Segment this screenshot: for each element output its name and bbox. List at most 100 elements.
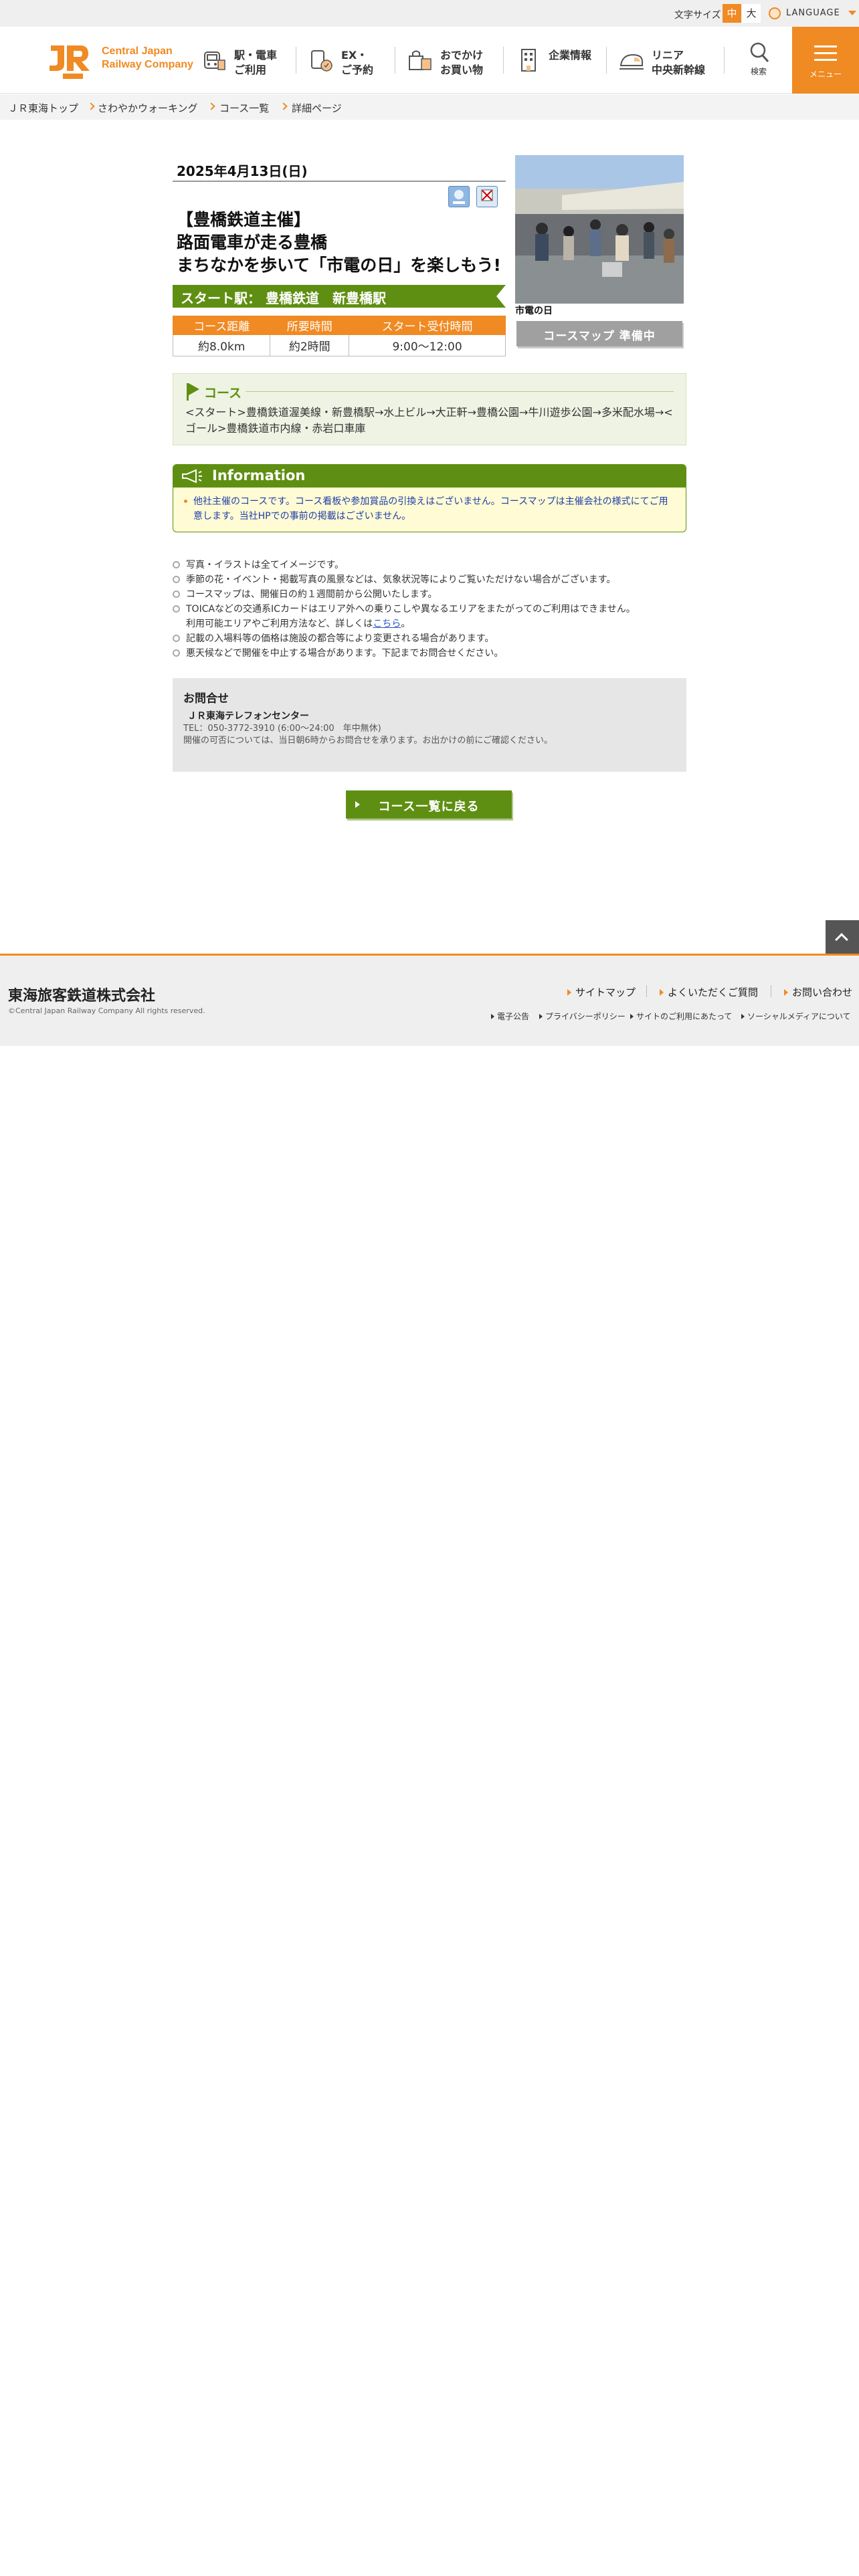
- language-selector[interactable]: LANGUAGE: [786, 8, 840, 18]
- footer-link-label: よくいただくご質問: [668, 986, 759, 998]
- font-size-label: 文字サイズ: [674, 10, 721, 21]
- list-item: 記載の入場料等の価格は施設の都合等により変更される場合があります。: [173, 631, 686, 646]
- breadcrumb-item[interactable]: コース一覧: [219, 101, 269, 115]
- course-heading: コース: [204, 386, 242, 401]
- divider: [646, 985, 647, 997]
- ticket-icon: [311, 50, 332, 72]
- nav-label: 企業情報: [549, 49, 592, 62]
- nav-label: 駅・電車 ご利用: [234, 49, 278, 76]
- font-size-medium-button[interactable]: 中: [723, 4, 741, 23]
- footer-link-contact[interactable]: お問い合わせ: [784, 985, 852, 999]
- back-button-label: コース一覧に戻る: [378, 800, 480, 814]
- information-box: Information 他社主催のコースです。コース看板や参加賞品の引換えはござ…: [173, 464, 686, 532]
- table-cell: 約2時間: [270, 334, 350, 356]
- triangle-right-icon: [539, 1014, 543, 1019]
- notes-list: 写真・イラストは全てイメージです。 季節の花・イベント・掲載写真の風景などは、気…: [173, 558, 686, 661]
- nav-divider: [724, 47, 725, 74]
- nav-station-train[interactable]: 駅・電車 ご利用: [201, 40, 294, 80]
- footer-link-label: サイトマップ: [575, 986, 636, 998]
- bullet-icon: [184, 500, 187, 503]
- footer-sublink-terms[interactable]: サイトのご利用にあたって: [630, 1010, 732, 1022]
- search-button[interactable]: 検索: [744, 39, 773, 82]
- font-size-large-button[interactable]: 大: [742, 4, 761, 23]
- start-station-text: スタート駅： 豊橋鉄道 新豊橋駅: [181, 290, 386, 306]
- chevron-right-icon: [207, 102, 215, 110]
- building-icon: [521, 49, 536, 72]
- menu-button[interactable]: メニュー: [792, 27, 859, 94]
- shopping-bag-icon: [409, 50, 432, 70]
- hamburger-icon: [814, 59, 837, 61]
- nav-linear-chuo-shinkansen[interactable]: リニア 中央新幹線: [618, 40, 725, 80]
- footer-sublink-social-media[interactable]: ソーシャルメディアについて: [741, 1010, 851, 1022]
- footer-sublink-privacy[interactable]: プライバシーポリシー: [539, 1010, 626, 1022]
- breadcrumb-item[interactable]: さわやかウォーキング: [98, 101, 198, 115]
- triangle-right-icon: [660, 989, 664, 996]
- breadcrumb-item[interactable]: ＪＲ東海トップ: [8, 101, 78, 115]
- bullet-icon: [173, 576, 180, 583]
- details-link[interactable]: こちら: [373, 619, 401, 629]
- footer-sublink-public-notice[interactable]: 電子公告: [491, 1010, 529, 1022]
- hamburger-icon: [814, 52, 837, 54]
- site-header: Central Japan Railway Company 駅・電車 ご利用 E…: [0, 27, 859, 94]
- search-label: 検索: [750, 67, 767, 76]
- list-item: 季節の花・イベント・掲載写真の風景などは、気象状況等によりご覧いただけない場合が…: [173, 572, 686, 587]
- back-to-top-button[interactable]: [826, 920, 859, 954]
- triangle-right-icon: [567, 989, 571, 996]
- list-item: TOICAなどの交通系ICカードはエリア外への乗りこしや異なるエリアをまたがって…: [173, 602, 686, 631]
- chevron-up-icon: [835, 933, 848, 946]
- chevron-down-icon[interactable]: [848, 11, 856, 15]
- triangle-right-icon: [741, 1014, 745, 1019]
- back-to-course-list-button[interactable]: コース一覧に戻る: [346, 790, 512, 819]
- footer-link-label: お問い合わせ: [792, 986, 853, 998]
- corporate-name: 東海旅客鉄道株式会社: [8, 988, 156, 1004]
- divider: [173, 181, 506, 182]
- photo-caption: 市電の日: [515, 306, 553, 316]
- contact-note: 開催の可否については、当日朝6時からお問合せを承ります。お出かけの前にご確認くだ…: [183, 736, 553, 746]
- nav-corporate-info[interactable]: 企業情報: [515, 40, 602, 80]
- train-icon: [204, 51, 225, 70]
- footer-link-faq[interactable]: よくいただくご質問: [660, 985, 758, 999]
- bullet-icon: [173, 649, 180, 657]
- table-header: コース距離: [172, 316, 271, 335]
- nav-label: リニア 中央新幹線: [652, 49, 706, 76]
- start-station-banner: スタート駅： 豊橋鉄道 新豊橋駅: [173, 285, 506, 308]
- nav-outing-shopping[interactable]: おでかけ お買い物: [407, 40, 507, 80]
- information-header: Information: [173, 465, 686, 488]
- course-section: コース <スタート>豊橋鉄道渥美線・新豊橋駅→水上ビル→大正軒→豊橋公園→牛川遊…: [173, 373, 686, 445]
- nav-label: EX・ ご予約: [341, 49, 374, 76]
- footer-link-sitemap[interactable]: サイトマップ: [567, 985, 636, 999]
- note-text: 記載の入場料等の価格は施設の都合等により変更される場合があります。: [186, 633, 494, 644]
- table-row: 約8.0km 約2時間 9:00〜12:00: [172, 334, 506, 356]
- nav-divider: [503, 47, 504, 74]
- course-route: <スタート>豊橋鉄道渥美線・新豊橋駅→水上ビル→大正軒→豊橋公園→牛川遊歩公園→…: [185, 406, 673, 435]
- nav-ex-reservation[interactable]: EX・ ご予約: [308, 40, 401, 80]
- course-map-label: コースマップ 準備中: [543, 330, 656, 343]
- globe-icon: [769, 7, 781, 19]
- course-map-button: コースマップ 準備中: [516, 321, 682, 346]
- chevron-right-icon: [87, 102, 95, 110]
- contact-name: ＪＲ東海テレフォンセンター: [187, 711, 309, 722]
- hamburger-icon: [814, 45, 837, 47]
- event-photo: [515, 155, 684, 304]
- search-icon: [750, 42, 769, 62]
- footer-sublink-label: 電子公告: [497, 1012, 530, 1021]
- information-text: 他社主催のコースです。コース看板や参加賞品の引換えはございません。コースマップは…: [193, 496, 668, 522]
- list-item: 悪天候などで開催を中止する場合があります。下記までお問合せください。: [173, 646, 686, 661]
- information-heading: Information: [212, 467, 306, 484]
- logo-text-line2: Railway Company: [102, 59, 193, 70]
- list-item: コースマップは、開催日の約１週間前から公開いたします。: [173, 587, 686, 602]
- table-cell: 9:00〜12:00: [349, 334, 506, 356]
- note-suffix: 。: [401, 619, 411, 629]
- bullet-icon: [173, 605, 180, 613]
- event-date: 2025年4月13日(日): [177, 163, 308, 179]
- jr-logo-icon: [50, 45, 90, 79]
- footer-sublink-label: ソーシャルメディアについて: [747, 1012, 851, 1021]
- triangle-right-icon: [491, 1014, 494, 1019]
- triangle-right-icon: [784, 989, 788, 996]
- note-text: 写真・イラストは全てイメージです。: [186, 560, 345, 570]
- menu-label: メニュー: [809, 70, 842, 79]
- bullet-icon: [173, 635, 180, 642]
- site-footer: 東海旅客鉄道株式会社 ©Central Japan Railway Compan…: [0, 954, 859, 1046]
- no-stamp-badge-icon: [476, 186, 498, 207]
- banner-notch: [496, 285, 506, 308]
